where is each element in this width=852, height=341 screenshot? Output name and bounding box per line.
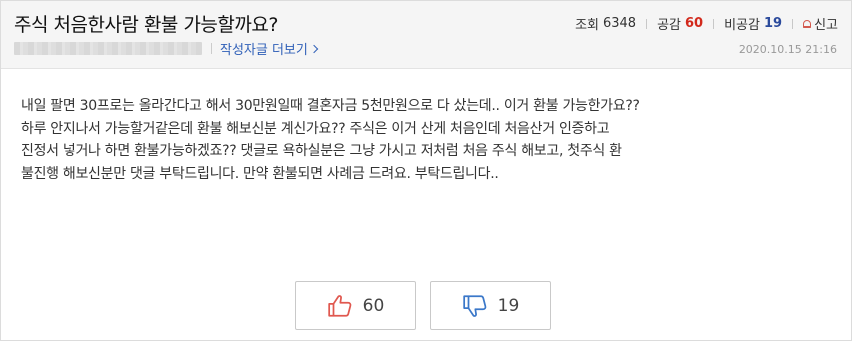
- report-button[interactable]: 신고: [803, 14, 838, 33]
- divider: [646, 18, 648, 29]
- views-label: 조회: [575, 18, 599, 33]
- body-line: 불진행 해보신분만 댓글 부탁드립니다. 만약 환불되면 사례금 드려요. 부탁…: [21, 165, 499, 182]
- body-line: 진정서 넣거나 하면 환불가능하겠죠?? 댓글로 욕하실분은 그냥 가시고 저처…: [21, 143, 622, 159]
- body-line: 내일 팔면 30프로는 올라간다고 해서 30만원일때 결혼자금 5천만원으로 …: [21, 98, 640, 114]
- author-posts-link[interactable]: 작성자글 더보기: [220, 39, 319, 58]
- like-count: 60: [685, 16, 704, 31]
- like-button-count: 60: [362, 295, 385, 316]
- like-button[interactable]: 60: [295, 281, 416, 330]
- vote-buttons: 60 19: [295, 281, 551, 330]
- post-body: 내일 팔면 30프로는 올라간다고 해서 30만원일때 결혼자금 5천만원으로 …: [21, 95, 841, 185]
- like-label: 공감: [657, 18, 681, 33]
- post-container: 주식 처음한사람 환불 가능할까요? 작성자글 더보기 조회 6348 공감 6…: [0, 0, 852, 341]
- thumbs-down-icon: [462, 294, 487, 317]
- views-count: 6348: [602, 16, 637, 31]
- dislike-count: 19: [763, 16, 783, 31]
- dislike-button[interactable]: 19: [430, 281, 551, 330]
- dislike-label: 비공감: [724, 18, 760, 33]
- post-date: 2020.10.15 21:16: [738, 43, 837, 56]
- divider: [211, 42, 212, 54]
- chevron-right-icon: [309, 44, 319, 53]
- report-label: 신고: [814, 18, 838, 33]
- thumbs-up-icon: [327, 294, 352, 317]
- post-title: 주식 처음한사람 환불 가능할까요?: [14, 14, 278, 36]
- author-name-blurred: [14, 41, 202, 55]
- author-row: 작성자글 더보기: [14, 39, 319, 58]
- post-stats: 조회 6348 공감 60 비공감 19 신고: [575, 14, 838, 33]
- body-line: 하루 안지나서 가능할거같은데 환불 해보신분 계신가요?? 주식은 이거 산게…: [21, 120, 610, 137]
- author-posts-link-label: 작성자글 더보기: [220, 42, 308, 58]
- siren-icon: [803, 19, 812, 28]
- post-header: 주식 처음한사람 환불 가능할까요? 작성자글 더보기 조회 6348 공감 6…: [1, 1, 851, 69]
- divider: [713, 18, 715, 29]
- divider: [792, 18, 794, 29]
- dislike-button-count: 19: [497, 295, 520, 316]
